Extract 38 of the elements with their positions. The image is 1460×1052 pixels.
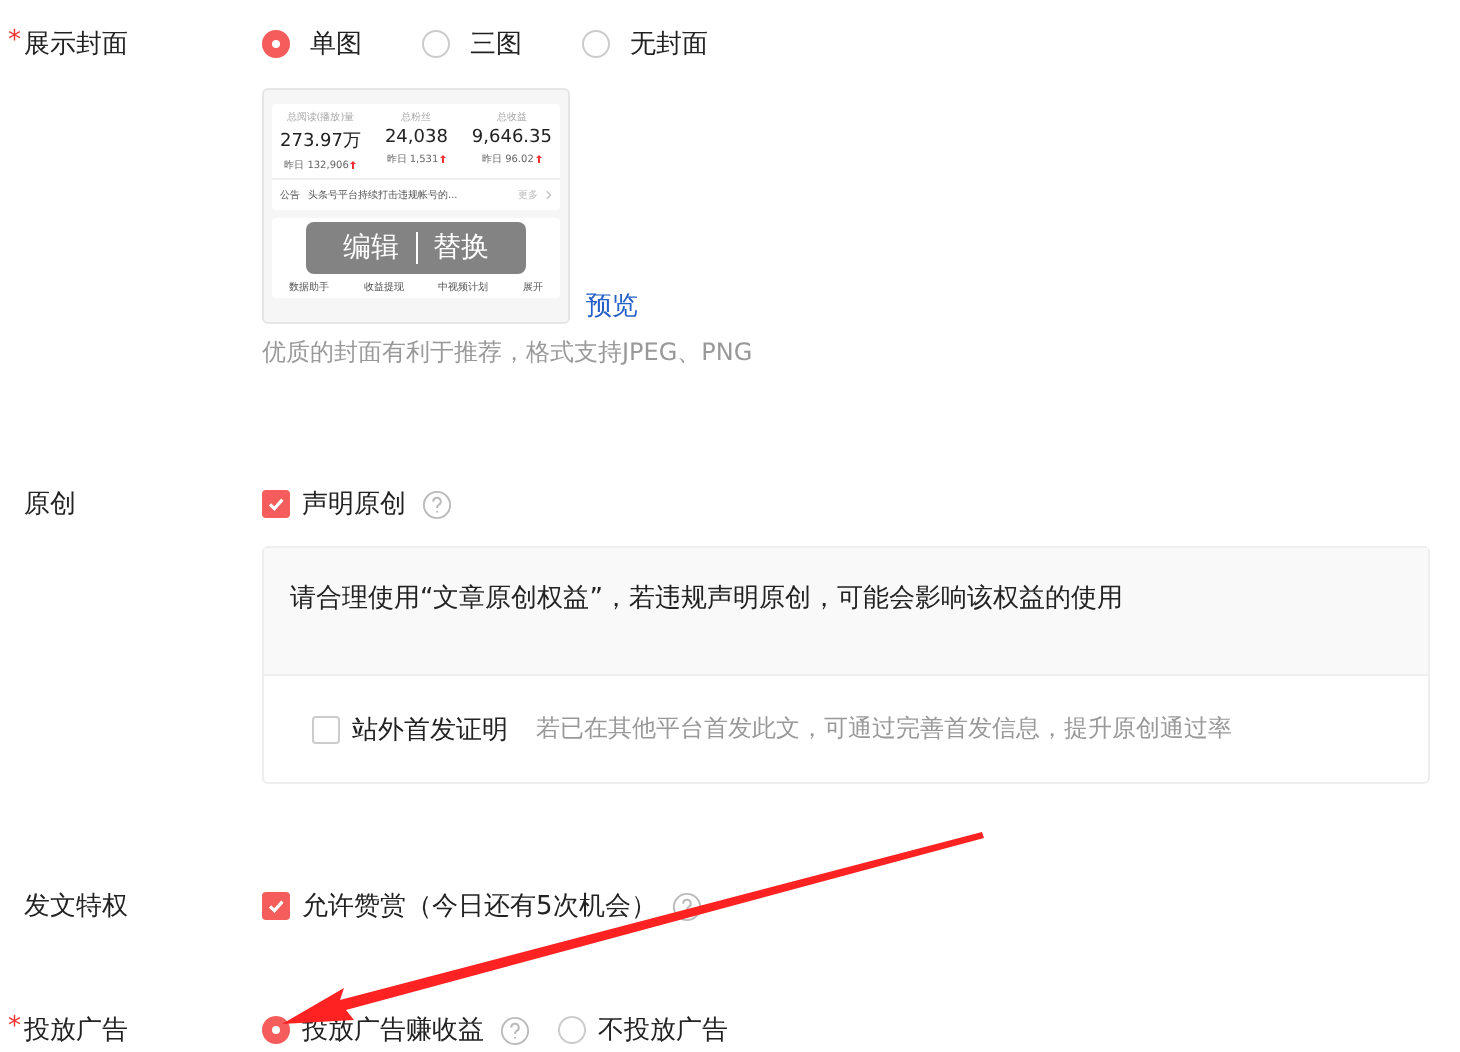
required-asterisk: * (8, 1012, 23, 1044)
required-asterisk: * (8, 26, 23, 58)
field-label: 原创 (24, 488, 76, 522)
checkbox-label[interactable]: 允许赞赏（今日还有5次机会） (302, 888, 657, 924)
radio-button[interactable] (422, 30, 450, 58)
help-icon[interactable] (422, 489, 452, 519)
checkbox[interactable] (312, 715, 340, 743)
preview-link[interactable]: 预览 (586, 288, 638, 324)
stat-value: 24,038 (384, 128, 448, 148)
checkbox[interactable] (262, 892, 290, 920)
hint-text: 若已在其他平台首发此文，可通过完善首发信息，提升原创通过率 (536, 712, 1232, 746)
up-arrow-icon (440, 154, 447, 164)
checkmark-icon (266, 896, 286, 916)
checkbox[interactable] (262, 490, 290, 518)
notice-text: 请合理使用“文章原创权益”，若违规声明原创，可能会影响该权益的使用 (264, 548, 1428, 676)
radio-label[interactable]: 不投放广告 (598, 1012, 728, 1048)
radio-option[interactable]: 三图 (422, 26, 522, 62)
field-label: 投放广告 (24, 1014, 128, 1048)
up-arrow-icon (350, 160, 357, 170)
checkmark-icon (266, 494, 286, 514)
radio-button[interactable] (582, 30, 610, 58)
field-label: 发文特权 (24, 890, 128, 924)
radio-button[interactable] (558, 1016, 586, 1044)
help-icon[interactable] (500, 1015, 530, 1045)
stat-value: 9,646.35 (471, 128, 552, 148)
radio-button[interactable] (262, 1016, 290, 1044)
radio-option[interactable]: 单图 (262, 26, 362, 62)
checkbox-label[interactable]: 声明原创 (302, 486, 406, 522)
up-arrow-icon (535, 154, 542, 164)
field-label: 展示封面 (24, 28, 128, 62)
chevron-icon (546, 190, 552, 200)
edit-button[interactable]: 编辑 (343, 230, 399, 266)
radio-option[interactable]: 无封面 (582, 26, 708, 62)
checkbox-label[interactable]: 站外首发证明 (352, 711, 508, 747)
cover-hint: 优质的封面有利于推荐，格式支持JPEG、PNG (262, 336, 755, 370)
radio-button[interactable] (262, 30, 290, 58)
replace-button[interactable]: 替换 (433, 230, 489, 266)
stat-value: 273.97万 (280, 130, 361, 154)
